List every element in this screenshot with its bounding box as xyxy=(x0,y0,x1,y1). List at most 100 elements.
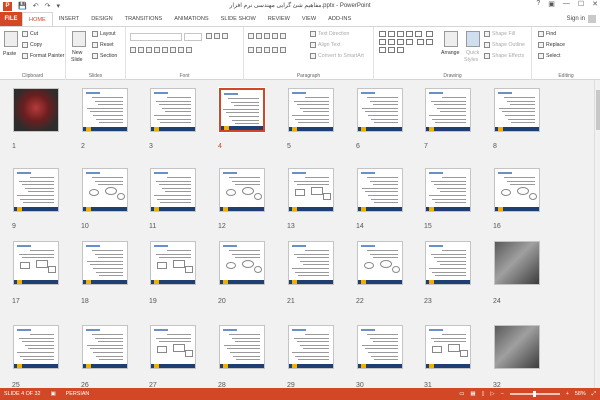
zoom-slider-knob[interactable] xyxy=(532,391,536,397)
normal-view-icon[interactable]: ▭ xyxy=(459,391,464,397)
slide-thumbnail[interactable] xyxy=(13,325,59,369)
slide-sorter-view-icon[interactable]: ▦ xyxy=(470,391,475,397)
slide-thumbnail[interactable] xyxy=(494,88,540,132)
shape-effects-button[interactable]: Shape Effects xyxy=(484,53,524,59)
tab-animations[interactable]: ANIMATIONS xyxy=(168,12,214,26)
slide-thumbnail[interactable] xyxy=(494,325,540,369)
convert-smartart-button[interactable]: Convert to SmartArt xyxy=(310,53,364,59)
tab-home[interactable]: HOME xyxy=(22,12,53,26)
shape-outline-button[interactable]: Shape Outline xyxy=(484,42,525,48)
find-button[interactable]: Find xyxy=(538,31,556,37)
zoom-slider[interactable] xyxy=(509,391,560,397)
tab-insert[interactable]: INSERT xyxy=(53,12,85,26)
reading-view-icon[interactable]: ▯ xyxy=(481,391,484,397)
quick-styles-icon[interactable] xyxy=(466,31,480,47)
section-button[interactable]: Section xyxy=(92,53,117,59)
zoom-level[interactable]: 58% xyxy=(575,391,586,397)
slide-thumbnail[interactable] xyxy=(357,241,403,285)
paste-icon[interactable] xyxy=(4,31,18,47)
char-spacing-icon[interactable] xyxy=(170,47,176,53)
slide-thumbnail[interactable] xyxy=(288,168,334,212)
sign-in-link[interactable]: Sign in xyxy=(567,16,585,22)
align-center-icon[interactable] xyxy=(256,47,262,53)
arrow-shape-icon[interactable] xyxy=(388,31,395,37)
paste-button[interactable]: Paste xyxy=(3,51,16,57)
slide-thumbnail[interactable] xyxy=(218,87,266,133)
slide-show-view-icon[interactable]: ▷ xyxy=(490,391,494,397)
shapes-gallery[interactable] xyxy=(378,30,436,64)
shape-fill-button[interactable]: Shape Fill xyxy=(484,31,515,37)
slide-thumbnail[interactable] xyxy=(425,88,471,132)
cut-button[interactable]: Cut xyxy=(22,31,38,37)
slide-thumbnail[interactable] xyxy=(82,88,128,132)
new-slide-button-line2[interactable]: Slide xyxy=(71,57,83,63)
slide-thumbnail[interactable] xyxy=(494,241,540,285)
connector-shape-icon[interactable] xyxy=(425,31,433,37)
minimize-button[interactable]: — xyxy=(563,0,570,8)
reset-button[interactable]: Reset xyxy=(92,42,114,48)
decrease-indent-icon[interactable] xyxy=(264,33,270,39)
slide-thumbnail[interactable] xyxy=(82,168,128,212)
slide-thumbnail[interactable] xyxy=(357,168,403,212)
slide-thumbnail[interactable] xyxy=(357,88,403,132)
replace-button[interactable]: Replace xyxy=(538,42,565,48)
font-color-icon[interactable] xyxy=(186,47,192,53)
more-shapes-icon[interactable] xyxy=(397,47,404,53)
oval-shape-icon[interactable] xyxy=(406,31,413,37)
text-direction-button[interactable]: Text Direction xyxy=(310,31,349,37)
triangle-shape-icon[interactable] xyxy=(415,31,422,37)
increase-indent-icon[interactable] xyxy=(272,33,278,39)
zoom-out-button[interactable]: − xyxy=(501,391,504,397)
quick-styles-button[interactable]: Quick xyxy=(466,50,479,56)
hexagon-shape-icon[interactable] xyxy=(388,47,395,53)
italic-icon[interactable] xyxy=(138,47,144,53)
slide-thumbnail[interactable] xyxy=(13,241,59,285)
shrink-font-icon[interactable] xyxy=(214,33,220,39)
format-painter-button[interactable]: Format Painter xyxy=(22,53,64,59)
brace-shape-icon[interactable] xyxy=(388,39,395,45)
scrollbar-thumb[interactable] xyxy=(596,90,600,130)
zoom-in-button[interactable]: + xyxy=(566,391,569,397)
slide-thumbnail[interactable] xyxy=(288,88,334,132)
tab-transitions[interactable]: TRANSITIONS xyxy=(119,12,169,26)
font-size-buttons[interactable] xyxy=(206,33,228,39)
slide-thumbnail[interactable] xyxy=(219,325,265,369)
slide-thumbnail[interactable] xyxy=(425,325,471,369)
shadow-icon[interactable] xyxy=(154,47,160,53)
clear-formatting-icon[interactable] xyxy=(222,33,228,39)
slide-thumbnail[interactable] xyxy=(150,88,196,132)
slide-thumbnail[interactable] xyxy=(425,241,471,285)
language-indicator[interactable]: PERSIAN xyxy=(66,391,90,397)
new-slide-button[interactable]: New xyxy=(72,50,82,56)
close-button[interactable]: ✕ xyxy=(592,0,598,8)
proofing-icon[interactable]: ▣ xyxy=(51,391,56,397)
copy-button[interactable]: Copy xyxy=(22,42,42,48)
slide-thumbnail[interactable] xyxy=(219,168,265,212)
slide-thumbnail[interactable] xyxy=(357,325,403,369)
font-family-combo[interactable] xyxy=(130,33,182,41)
justify-icon[interactable] xyxy=(272,47,278,53)
slide-thumbnail[interactable] xyxy=(150,241,196,285)
arrange-icon[interactable] xyxy=(444,31,458,47)
layout-button[interactable]: Layout xyxy=(92,31,116,37)
align-right-icon[interactable] xyxy=(264,47,270,53)
slide-thumbnail[interactable] xyxy=(82,241,128,285)
bold-icon[interactable] xyxy=(130,47,136,53)
line-spacing-icon[interactable] xyxy=(280,33,286,39)
align-text-button[interactable]: Align Text xyxy=(310,42,340,48)
arrange-button[interactable]: Arrange xyxy=(441,50,459,56)
tab-review[interactable]: REVIEW xyxy=(262,12,296,26)
slide-thumbnail[interactable] xyxy=(82,325,128,369)
tab-slide-show[interactable]: SLIDE SHOW xyxy=(215,12,262,26)
quick-styles-button-line2[interactable]: Styles xyxy=(464,57,478,63)
change-case-icon[interactable] xyxy=(178,47,184,53)
slide-thumbnail[interactable] xyxy=(288,241,334,285)
help-icon[interactable]: ? xyxy=(536,0,540,8)
fit-to-window-icon[interactable]: ⤢ xyxy=(592,391,596,398)
star-shape-icon[interactable] xyxy=(397,39,404,45)
slide-thumbnail[interactable] xyxy=(13,168,59,212)
slide-thumbnail[interactable] xyxy=(13,88,59,132)
ribbon-display-options-icon[interactable]: ▣ xyxy=(548,0,555,8)
slide-thumbnail[interactable] xyxy=(219,241,265,285)
bracket-shape-icon[interactable] xyxy=(379,47,386,53)
